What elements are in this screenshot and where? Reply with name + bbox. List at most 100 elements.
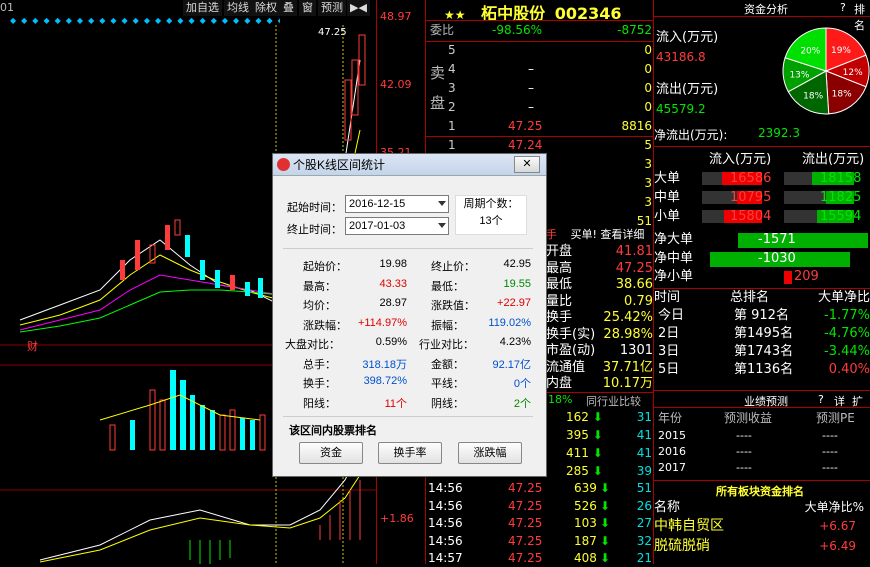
arrow-down-icon: ⬇ [600,533,611,548]
fund-help-button[interactable]: ? [840,1,846,14]
quote-stat-value: 10.17万 [602,376,653,391]
forecast-help[interactable]: ? [818,393,824,406]
pin-icon[interactable]: ▶◀ [347,0,370,16]
forecast-row: 2015 ---- ---- [658,429,838,442]
volume-bars [99,370,266,451]
fund-header: 资金分析 [744,3,788,16]
pie-label: 19% [831,46,851,56]
col-outflow: 流出(万元) [802,152,865,167]
quote-stat-label: 换手(实) [546,326,596,342]
stat-label: 金额： [431,358,464,371]
rank-turnover-button[interactable]: 换手率 [378,442,442,464]
forecast-expand[interactable]: 扩 [852,393,863,409]
sector-row[interactable]: 中韩自贸区 +6.67 [654,518,870,535]
stat-value: 19.55 [503,277,531,290]
quote-stat-value: 1301 [619,343,653,358]
pie-label: 13% [789,71,809,81]
quote-stat-row: 开盘 41.81 [546,243,653,260]
pie-label: 20% [800,46,820,56]
sector-row[interactable]: 脱硫脱硝 +6.49 [654,538,870,555]
quote-stat-row: 换手(实) 28.98% [546,326,653,343]
buy-row[interactable]: 1 47.24 5 [448,137,652,154]
industry-compare-tab[interactable]: 同行业比较 [586,393,641,409]
tick-row: 285 ⬇ 39 [566,464,652,478]
hand-tab[interactable]: 手 [546,228,557,241]
sell-row[interactable]: 50 [448,42,652,59]
stat-value: 42.95 [503,258,531,270]
window-button[interactable]: 窗 [299,0,316,16]
quote-stat-row: 最高 47.25 [546,260,653,277]
stat-value: 2个 [513,397,531,410]
stat-value: 318.18万 [362,358,407,371]
sector-title: 所有板块资金排名 [716,485,804,498]
tick-row: 395 ⬇ 41 [566,428,652,442]
stat-value: 398.72% [363,375,407,387]
rank-fund-button[interactable]: 资金 [299,442,363,464]
stat-label: 阴线： [431,397,464,410]
overlay-button[interactable]: 叠 [280,0,297,16]
rank-change-button[interactable]: 涨跌幅 [458,442,522,464]
chevron-down-icon [438,201,446,206]
end-date-picker[interactable]: 2017-01-03 [345,217,449,235]
quote-stat-value: 37.71亿 [602,359,653,375]
close-button[interactable]: ✕ [514,156,540,173]
buy-tab[interactable]: 买单! [571,228,597,241]
start-label: 起始时间： [287,202,342,214]
fund-pie-chart: 19% 12% 18% 18% 13% 20% [782,27,870,115]
arrow-down-icon: ⬇ [600,516,611,530]
tick-row: 14:57 47.25 408 ⬇ 21 [428,551,652,565]
stat-label: 终止价： [431,261,475,273]
dialog-titlebar[interactable]: 个股K线区间统计 ✕ [273,154,546,176]
stock-title: ★★ 柘中股份 002346 [444,0,621,23]
stat-value: 0.59% [375,336,407,348]
pie-label: 18% [803,91,823,101]
fund-panel: 资金分析 ? 排名 流入(万元) 43186.8 流出(万元) 45579.2 … [654,0,870,564]
tick-row: 14:56 47.25 639 ⬇ 51 [428,481,652,495]
sell-label: 卖 [430,64,446,82]
sell-row[interactable]: 4–0 [448,61,652,78]
sector-header: 名称 大单净比% [654,500,864,515]
stat-label: 涨跌值： [431,300,475,312]
quote-stat-row: 流通值 37.71亿 [546,359,653,376]
quote-stat-value: 25.42% [603,310,653,325]
quote-stat-label: 内盘 [546,376,573,391]
outflow-value: 45579.2 [656,102,706,116]
quote-stat-value: 41.81 [615,244,653,259]
interval-stats-dialog: 个股K线区间统计 ✕ 起始时间： 2016-12-15 终止时间： 2017-0… [272,153,547,477]
webi-val: -8752 [617,23,652,37]
stat-label: 行业对比： [419,339,474,351]
price-high: 48.97 [380,10,412,23]
quote-stat-value: 47.25 [615,260,653,276]
detail-link[interactable]: 查看详细 [600,228,644,241]
quote-stat-label: 市盈(动) [546,343,596,358]
forecast-detail[interactable]: 详 [834,393,845,409]
rank-row: 今日 第 912名 -1.77% [658,308,870,323]
ex-rights-button[interactable]: 除权 [252,0,280,16]
order-row: 小单 15804 15594 [654,209,862,224]
add-watchlist-button[interactable]: 加自选 [183,0,222,16]
net-row: 净大单 -1571 [654,231,870,248]
macd-value: +1.86 [380,512,414,525]
stat-value: 19.98 [379,258,407,270]
quote-stat-label: 量比 [546,293,573,309]
arrow-down-icon: ⬇ [600,551,611,565]
forecast-button[interactable]: 预测 [318,0,346,16]
start-date-picker[interactable]: 2016-12-15 [345,195,449,213]
order-row: 大单 16586 18158 [654,171,862,186]
ma-button[interactable]: 均线 [224,0,252,16]
dialog-title: 个股K线区间统计 [293,158,386,172]
arrow-down-icon: ⬇ [588,446,603,460]
forecast-row: 2016 ---- ---- [658,445,838,458]
net-row: 净小单 209 [654,269,819,284]
net-outflow-label: 净流出(万元): [654,128,728,142]
tick-row: 411 ⬇ 41 [566,446,652,460]
pie-label: 12% [843,68,863,78]
sell-row[interactable]: 2–0 [448,99,652,116]
sell-row[interactable]: 1 47.25 8816 [448,118,652,135]
sell-row[interactable]: 3–0 [448,80,652,97]
inflow-value: 43186.8 [656,50,706,64]
col-inflow: 流入(万元) [709,152,772,167]
stat-label: 平线： [431,378,464,390]
peak-price-label: 47.25 [318,27,347,38]
pan-label: 盘 [430,94,446,112]
